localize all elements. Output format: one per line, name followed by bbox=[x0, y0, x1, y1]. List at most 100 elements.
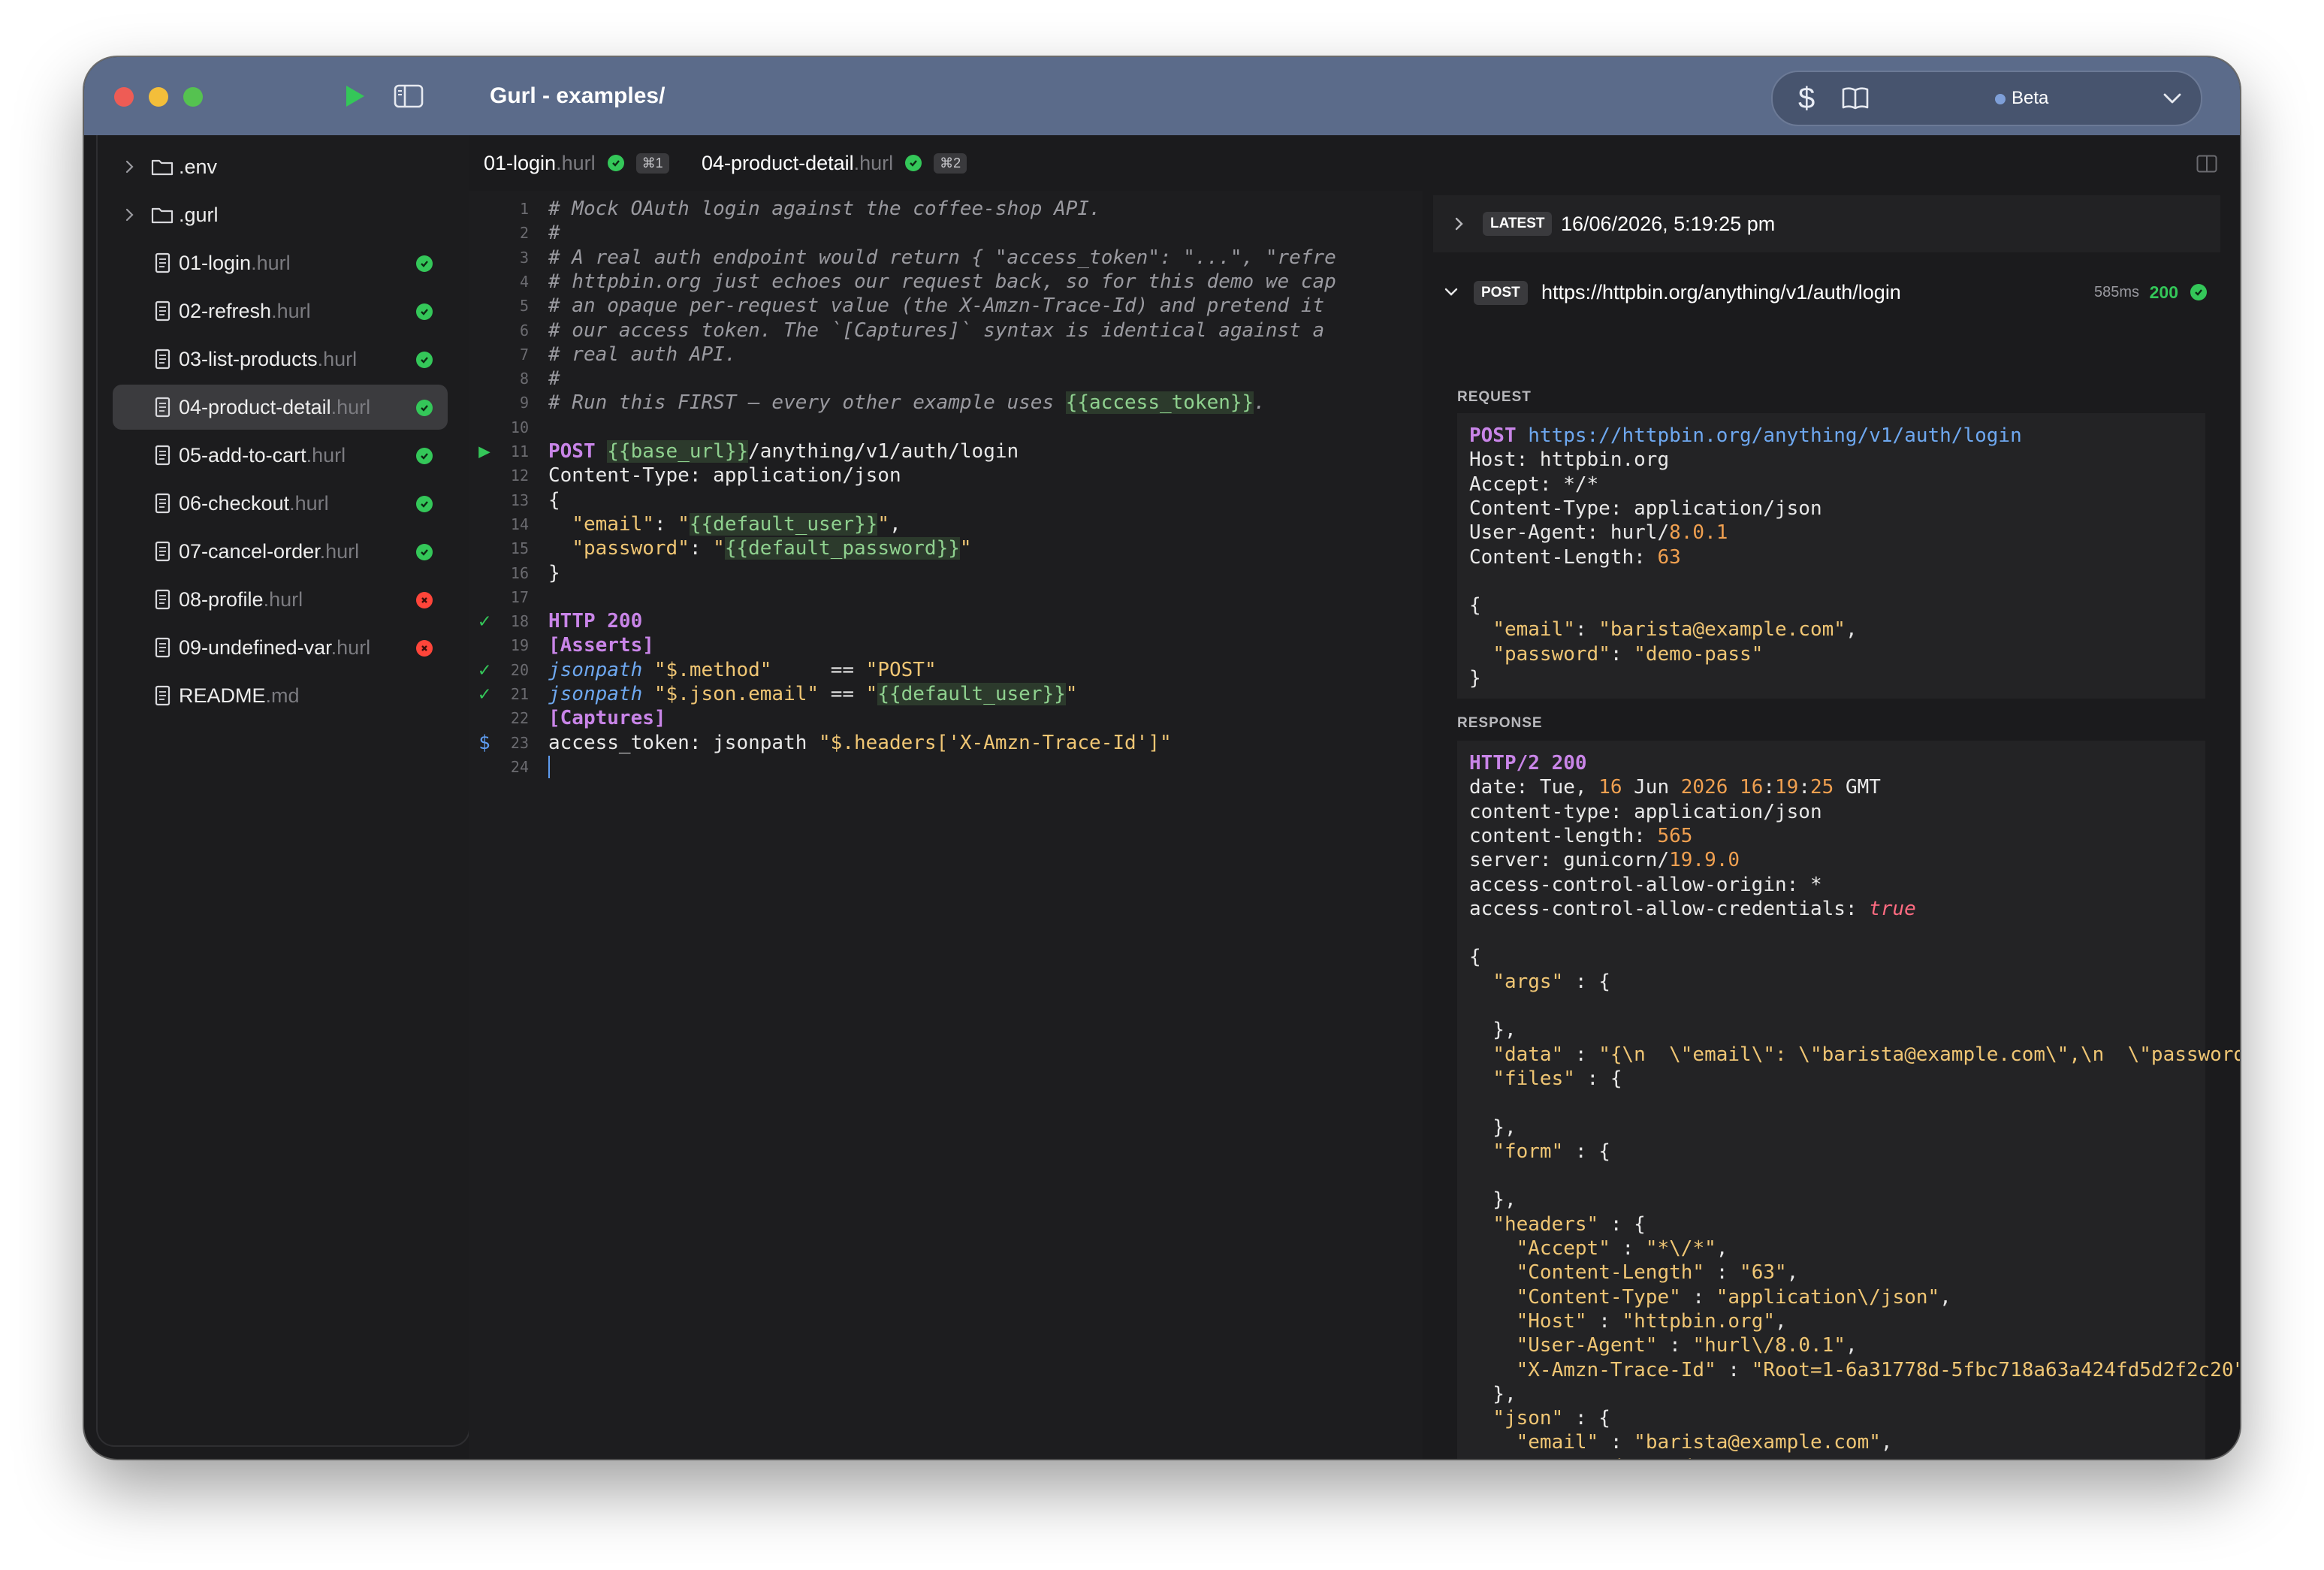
sidebar-item-gurl[interactable]: .gurl bbox=[113, 192, 448, 237]
code-line[interactable]: 7 # real auth API. bbox=[469, 343, 1423, 367]
line-number: 12 bbox=[510, 466, 529, 485]
sidebar-item-08-profile[interactable]: 08-profile.hurl bbox=[113, 577, 448, 622]
sidebar-item-07-cancel-order[interactable]: 07-cancel-order.hurl bbox=[113, 529, 448, 574]
code-text: # bbox=[548, 367, 560, 391]
code-line[interactable]: 4 # httpbin.org just echoes our request b… bbox=[469, 270, 1423, 294]
code-line[interactable]: 8 # bbox=[469, 367, 1423, 391]
shortcut-badge: ⌘1 bbox=[635, 152, 669, 174]
success-check-icon bbox=[905, 155, 922, 171]
tab-04-product-detail[interactable]: 04-product-detail .hurl ⌘2 bbox=[702, 135, 967, 191]
split-view-icon[interactable] bbox=[2196, 155, 2217, 173]
minimize-window-button[interactable] bbox=[149, 87, 168, 107]
code-text: jsonpath "$.method" == "POST" bbox=[548, 658, 937, 681]
code-line[interactable]: 22 [Captures] bbox=[469, 706, 1423, 730]
code-line[interactable]: 1 # Mock OAuth login against the coffee-s… bbox=[469, 197, 1423, 221]
file-icon bbox=[155, 541, 171, 562]
success-check-icon bbox=[2190, 284, 2207, 300]
sidebar-item-09-undefined-var[interactable]: 09-undefined-var.hurl bbox=[113, 625, 448, 670]
sidebar-toggle-button[interactable] bbox=[386, 74, 431, 119]
code-text: # an opaque per-request value (the X-Amz… bbox=[548, 294, 1325, 318]
code-line[interactable]: 19 [Asserts] bbox=[469, 633, 1423, 657]
code-line[interactable]: 13 { bbox=[469, 488, 1423, 512]
environment-label[interactable]: Beta bbox=[2012, 72, 2048, 125]
code-text: "email": "{{default_user}}", bbox=[572, 512, 901, 536]
code-line[interactable]: ✓ 21 jsonpath "$.json.email" == "{{default… bbox=[469, 682, 1423, 706]
error-x-icon bbox=[416, 640, 433, 657]
response-line: }, bbox=[1469, 1188, 1517, 1212]
line-number: 11 bbox=[510, 442, 529, 460]
tab-01-login[interactable]: 01-login .hurl ⌘1 bbox=[484, 135, 669, 191]
code-line[interactable]: 3 # A real auth endpoint would return { "… bbox=[469, 246, 1423, 270]
code-line[interactable]: 17 bbox=[469, 585, 1423, 609]
code-line[interactable]: 12 Content-Type: application/json bbox=[469, 463, 1423, 488]
environment-dot bbox=[1995, 94, 2006, 104]
code-line[interactable]: 24 bbox=[469, 755, 1423, 779]
latest-badge: LATEST bbox=[1483, 212, 1553, 236]
response-body: HTTP/2 200 date: Tue, 16 Jun 2026 16:19:2… bbox=[1457, 741, 2240, 1459]
sidebar-item-env[interactable]: .env bbox=[113, 144, 448, 189]
response-line: }, bbox=[1469, 1116, 1517, 1139]
variables-button[interactable]: $ bbox=[1798, 72, 1815, 125]
code-line[interactable]: 6 # our access token. The `[Captures]` sy… bbox=[469, 319, 1423, 343]
latest-timestamp: 16/06/2026, 5:19:25 pm bbox=[1561, 213, 1776, 235]
code-line[interactable]: ✓ 20 jsonpath "$.method" == "POST" bbox=[469, 658, 1423, 682]
status-code: 200 bbox=[2149, 282, 2178, 302]
code-line[interactable]: 9 # Run this FIRST — every other example … bbox=[469, 391, 1423, 415]
response-line: "Host" : "httpbin.org", bbox=[1516, 1309, 1787, 1333]
sidebar-item-03-list-products[interactable]: 03-list-products.hurl bbox=[113, 337, 448, 382]
tab-ext: .hurl bbox=[853, 151, 894, 174]
request-line: "email": "barista@example.com", bbox=[1492, 618, 1858, 642]
sidebar-item-label: 04-product-detail.hurl bbox=[179, 396, 371, 418]
line-number: 2 bbox=[519, 224, 529, 243]
zoom-window-button[interactable] bbox=[183, 87, 203, 107]
book-icon[interactable] bbox=[1840, 83, 1870, 113]
response-panel: LATEST 16/06/2026, 5:19:25 pm POST https… bbox=[1423, 191, 2240, 1459]
code-line[interactable]: ▶ 11 POST {{base_url}}/anything/v1/auth/lo… bbox=[469, 439, 1423, 463]
code-line[interactable]: 2 # bbox=[469, 221, 1423, 245]
code-line[interactable]: 15 "password": "{{default_password}}" bbox=[469, 536, 1423, 560]
sidebar-icon bbox=[394, 84, 424, 108]
sidebar-item-01-login[interactable]: 01-login.hurl bbox=[113, 240, 448, 285]
code-line[interactable]: 14 "email": "{{default_user}}", bbox=[469, 512, 1423, 536]
code-line[interactable]: ✓ 18 HTTP 200 bbox=[469, 609, 1423, 633]
code-line[interactable]: 16} bbox=[469, 561, 1423, 585]
folder-icon bbox=[151, 207, 174, 224]
latest-run-header[interactable]: LATEST 16/06/2026, 5:19:25 pm bbox=[1433, 195, 2220, 252]
response-line: access-control-allow-credentials: true bbox=[1469, 897, 1916, 920]
line-number: 9 bbox=[519, 394, 529, 412]
code-text: POST {{base_url}}/anything/v1/auth/login bbox=[548, 440, 1019, 463]
code-editor[interactable]: 1 # Mock OAuth login against the coffee-s… bbox=[469, 191, 1423, 1459]
code-line[interactable]: $23 access_token: jsonpath "$.headers['X-… bbox=[469, 731, 1423, 755]
tab-ext: .hurl bbox=[556, 151, 596, 174]
chevron-down-icon[interactable] bbox=[2162, 88, 2183, 109]
response-line: "files" : { bbox=[1492, 1067, 1622, 1090]
chevron-right-icon bbox=[1455, 217, 1463, 231]
close-window-button[interactable] bbox=[114, 87, 134, 107]
sidebar-item-05-add-to-cart[interactable]: 05-add-to-cart.hurl bbox=[113, 433, 448, 478]
request-duration: 585ms bbox=[2093, 284, 2139, 300]
request-line: Host: httpbin.org bbox=[1469, 448, 1670, 472]
code-line[interactable]: 10 bbox=[469, 415, 1423, 439]
folder-icon bbox=[151, 159, 174, 176]
app-window: Gurl - examples/ $ Beta .env .gurl 01-logi… bbox=[84, 57, 2240, 1459]
sidebar-item-02-refresh[interactable]: 02-refresh.hurl bbox=[113, 288, 448, 334]
response-line: "headers" : { bbox=[1492, 1212, 1646, 1236]
code-text: [Asserts] bbox=[548, 634, 654, 657]
line-number: 23 bbox=[510, 733, 529, 752]
run-button[interactable] bbox=[332, 74, 377, 119]
code-line[interactable]: 5 # an opaque per-request value (the X-Am… bbox=[469, 294, 1423, 318]
sidebar-item-label: .env bbox=[179, 155, 218, 178]
chevron-right-icon[interactable] bbox=[123, 159, 137, 174]
sidebar-item-06-checkout[interactable]: 06-checkout.hurl bbox=[113, 481, 448, 526]
code-text: Content-Type: application/json bbox=[548, 464, 901, 488]
sidebar-item-04-product-detail[interactable]: 04-product-detail.hurl bbox=[113, 385, 448, 430]
sidebar-item-label: .gurl bbox=[179, 204, 219, 226]
chevron-right-icon[interactable] bbox=[123, 207, 137, 222]
request-entry-header[interactable]: POST https://httpbin.org/anything/v1/aut… bbox=[1433, 266, 2220, 319]
line-number: 16 bbox=[510, 563, 529, 582]
response-line: "User-Agent" : "hurl\/8.0.1", bbox=[1516, 1334, 1858, 1357]
sidebar-item-readme[interactable]: README.md bbox=[113, 673, 448, 718]
code-text: # our access token. The `[Captures]` syn… bbox=[548, 319, 1325, 342]
request-line: Content-Length: 63 bbox=[1469, 545, 1681, 569]
response-line: "json" : { bbox=[1492, 1407, 1610, 1430]
